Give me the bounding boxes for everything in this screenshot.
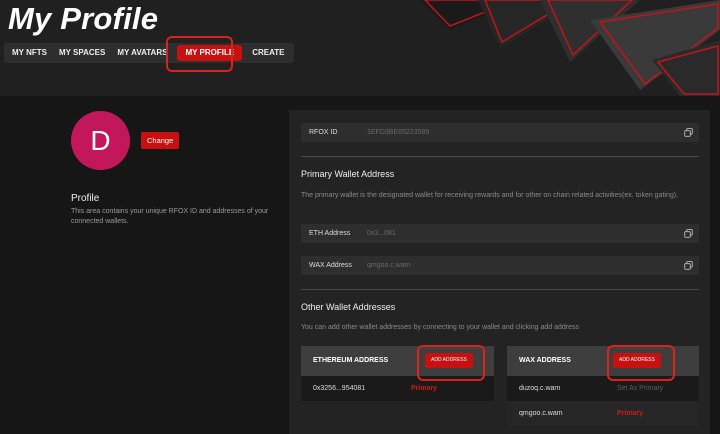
rfox-id-label: RFOX ID [309, 129, 338, 136]
profile-nav: MY NFTS MY SPACES MY AVATARS MY PROFILE … [4, 43, 295, 63]
add-address-highlight [607, 345, 675, 381]
tab-my-nfts[interactable]: MY NFTS [6, 43, 53, 63]
header-decoration [420, 0, 720, 96]
copy-icon[interactable] [684, 128, 693, 137]
eth-address-value: 0x3...081 [367, 230, 396, 237]
divider [301, 156, 699, 157]
tab-my-avatars[interactable]: MY AVATARS [111, 43, 173, 63]
eth-address-field: ETH Address 0x3...081 [301, 224, 699, 243]
other-wallets-description: You can add other wallet addresses by co… [301, 324, 579, 331]
wax-address-value: qmgoo.c.wam [367, 262, 411, 269]
wallet-address: qmgoo.c.wam [519, 410, 563, 417]
change-avatar-button[interactable]: Change [141, 132, 180, 149]
primary-wallet-heading: Primary Wallet Address [301, 169, 395, 179]
copy-icon[interactable] [684, 261, 693, 270]
wallet-panel: RFOX ID 1EFD3BE65223589 Primary Wallet A… [289, 110, 710, 434]
table-row: qmgoo.c.wam Primary [507, 401, 699, 426]
profile-heading: Profile [71, 193, 100, 204]
copy-icon[interactable] [684, 229, 693, 238]
wallet-address: duzoq.c.wam [519, 385, 561, 392]
ethereum-header-label: ETHEREUM ADDRESS [313, 357, 389, 364]
page-title: My Profile [8, 1, 159, 36]
other-wallets-heading: Other Wallet Addresses [301, 302, 396, 312]
active-tab-highlight [166, 36, 233, 72]
rfox-id-value: 1EFD3BE65223589 [367, 129, 430, 136]
add-address-highlight [417, 345, 485, 381]
rfox-id-field: RFOX ID 1EFD3BE65223589 [301, 123, 699, 142]
wallet-address: 0x3256...954081 [313, 385, 366, 392]
wax-address-label: WAX Address [309, 262, 352, 269]
page-header: My Profile MY NFTS MY SPACES MY AVATARS … [0, 0, 720, 96]
avatar: D [71, 111, 130, 170]
tab-create[interactable]: CREATE [246, 43, 290, 63]
divider [301, 289, 699, 290]
primary-status: Primary [617, 410, 644, 417]
profile-description: This area contains your unique RFOX ID a… [71, 208, 269, 225]
wax-header-label: WAX ADDRESS [519, 357, 571, 364]
wax-address-field: WAX Address qmgoo.c.wam [301, 256, 699, 275]
primary-wallet-description: The primary wallet is the designated wal… [301, 192, 679, 199]
tab-my-spaces[interactable]: MY SPACES [53, 43, 111, 63]
eth-address-label: ETH Address [309, 230, 351, 237]
